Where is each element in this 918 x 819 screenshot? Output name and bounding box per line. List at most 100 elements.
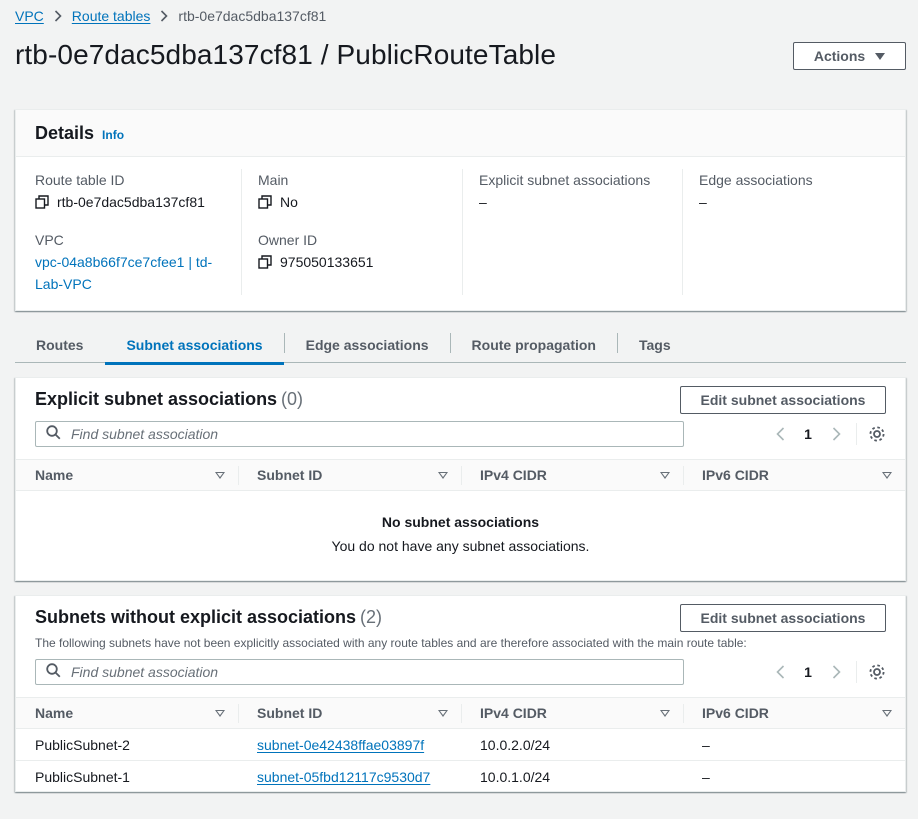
details-title: Details (35, 123, 95, 143)
actions-label: Actions (813, 48, 866, 64)
tab-subnet-associations[interactable]: Subnet associations (105, 327, 284, 365)
without-count: (2) (359, 607, 382, 627)
copy-icon[interactable] (258, 255, 272, 269)
search-field[interactable] (35, 659, 684, 685)
cell-ipv6-cidr: – (702, 736, 710, 753)
copy-icon[interactable] (35, 195, 49, 209)
edge-assoc-value: – (699, 194, 707, 210)
sort-icon[interactable] (438, 709, 448, 717)
breadcrumb-vpc-link[interactable]: VPC (15, 8, 44, 24)
edit-subnet-associations-button[interactable]: Edit subnet associations (680, 604, 886, 632)
caret-down-icon (875, 52, 886, 60)
subnet-link[interactable]: subnet-05fbd12117c9530d7 (257, 769, 430, 785)
cell-ipv4-cidr: 10.0.1.0/24 (480, 768, 551, 785)
cell-name: PublicSubnet-1 (35, 768, 130, 785)
search-field[interactable] (35, 421, 684, 447)
breadcrumb-current: rtb-0e7dac5dba137cf81 (178, 8, 327, 24)
gear-icon[interactable] (865, 660, 889, 684)
explicit-title-wrap: Explicit subnet associations (0) (35, 389, 303, 410)
main-label: Main (258, 172, 289, 188)
edit-subnet-associations-button[interactable]: Edit subnet associations (680, 386, 886, 414)
table-row[interactable]: PublicSubnet-1 subnet-05fbd12117c9530d7 … (16, 761, 905, 793)
chevron-right-icon[interactable] (824, 660, 848, 684)
explicit-associations-panel: Explicit subnet associations (0) Edit su… (15, 377, 906, 581)
actions-button[interactable]: Actions (793, 42, 906, 70)
column-header-ipv4-cidr[interactable]: IPv4 CIDR (461, 460, 683, 490)
subnets-without-associations-panel: Subnets without explicit associations (2… (15, 595, 906, 792)
without-title: Subnets without explicit associations (35, 607, 357, 627)
copy-icon[interactable] (258, 195, 272, 209)
page-number[interactable]: 1 (792, 664, 824, 680)
column-header-subnet-id[interactable]: Subnet ID (238, 460, 461, 490)
page-number[interactable]: 1 (792, 426, 824, 442)
sort-icon[interactable] (660, 471, 670, 479)
owner-id-label: Owner ID (258, 232, 318, 248)
owner-id-text: 975050133651 (280, 254, 374, 270)
route-table-id-text: rtb-0e7dac5dba137cf81 (57, 194, 205, 210)
cell-ipv4-cidr: 10.0.2.0/24 (480, 736, 551, 753)
subnet-link[interactable]: subnet-0e42438ffae03897f (257, 737, 424, 753)
tab-route-propagation[interactable]: Route propagation (451, 327, 617, 363)
table-header: Name Subnet ID IPv4 CIDR IPv6 CIDR (16, 697, 905, 729)
chevron-right-icon (54, 10, 62, 22)
route-table-id-value: rtb-0e7dac5dba137cf81 (35, 191, 240, 213)
chevron-left-icon[interactable] (768, 660, 792, 684)
details-col-4: Edge associations – (682, 169, 904, 295)
column-header-ipv6-cidr[interactable]: IPv6 CIDR (683, 460, 905, 490)
empty-text: You do not have any subnet associations. (331, 538, 590, 554)
details-body: Route table ID rtb-0e7dac5dba137cf81 VPC… (16, 157, 905, 311)
pager-divider (856, 661, 857, 683)
explicit-assoc-value: – (479, 194, 487, 210)
owner-id-value: 975050133651 (258, 251, 462, 273)
page-title: rtb-0e7dac5dba137cf81 / PublicRouteTable (15, 39, 557, 70)
column-header-ipv4-cidr[interactable]: IPv4 CIDR (461, 698, 683, 728)
cell-name: PublicSubnet-2 (35, 736, 130, 753)
search-input[interactable] (71, 664, 631, 680)
gear-icon[interactable] (865, 422, 889, 446)
tab-edge-associations[interactable]: Edge associations (285, 327, 450, 363)
tab-routes[interactable]: Routes (15, 327, 104, 363)
column-header-name[interactable]: Name (16, 460, 238, 490)
info-link[interactable]: Info (102, 128, 124, 142)
explicit-assoc-label: Explicit subnet associations (479, 172, 651, 188)
column-header-name[interactable]: Name (16, 698, 238, 728)
sort-icon[interactable] (660, 709, 670, 717)
pager-divider (856, 423, 857, 445)
explicit-count: (0) (280, 389, 303, 409)
breadcrumb: VPC Route tables rtb-0e7dac5dba137cf81 (15, 6, 326, 26)
route-table-id-label: Route table ID (35, 172, 125, 188)
sort-icon[interactable] (215, 709, 225, 717)
edge-assoc-label: Edge associations (699, 172, 813, 188)
search-input[interactable] (71, 426, 631, 442)
pagination: 1 (768, 660, 889, 684)
details-panel: Details Info Route table ID rtb-0e7dac5d… (15, 109, 906, 311)
tab-tags[interactable]: Tags (618, 327, 692, 363)
column-header-ipv6-cidr[interactable]: IPv6 CIDR (683, 698, 905, 728)
empty-title: No subnet associations (381, 514, 540, 530)
sort-icon[interactable] (882, 709, 892, 717)
search-icon (46, 663, 61, 681)
table-header: Name Subnet ID IPv4 CIDR IPv6 CIDR (16, 459, 905, 491)
sort-icon[interactable] (438, 471, 448, 479)
vpc-link-line1[interactable]: vpc-04a8b66f7ce7cfee1 | td- (35, 254, 212, 270)
chevron-left-icon[interactable] (768, 422, 792, 446)
cell-ipv6-cidr: – (702, 768, 710, 785)
details-col-2: Main No Owner ID 975050133651 (241, 169, 462, 295)
main-value-text: No (280, 194, 298, 210)
breadcrumb-route-tables-link[interactable]: Route tables (72, 8, 151, 24)
table-row[interactable]: PublicSubnet-2 subnet-0e42438ffae03897f … (16, 729, 905, 761)
chevron-right-icon (160, 10, 169, 22)
pagination: 1 (768, 422, 889, 446)
details-header: Details Info (16, 110, 905, 157)
vpc-link[interactable]: vpc-04a8b66f7ce7cfee1 | td- Lab-VPC (35, 251, 240, 295)
tab-bar: Routes Subnet associations Edge associat… (15, 327, 906, 365)
details-col-1: Route table ID rtb-0e7dac5dba137cf81 VPC… (35, 169, 240, 295)
sort-icon[interactable] (882, 471, 892, 479)
sort-icon[interactable] (215, 471, 225, 479)
chevron-right-icon[interactable] (824, 422, 848, 446)
main-value: No (258, 191, 462, 213)
empty-state: No subnet associations You do not have a… (16, 514, 905, 554)
vpc-link-line2[interactable]: Lab-VPC (35, 276, 92, 292)
column-header-subnet-id[interactable]: Subnet ID (238, 698, 461, 728)
search-icon (46, 425, 61, 443)
